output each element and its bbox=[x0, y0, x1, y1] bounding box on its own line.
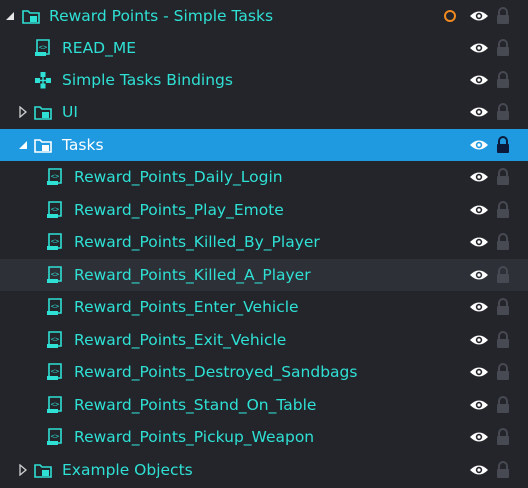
lock-icon[interactable] bbox=[496, 103, 510, 121]
lock-icon[interactable] bbox=[496, 168, 510, 186]
expanded-arrow-icon[interactable] bbox=[16, 138, 30, 152]
visibility-eye-icon[interactable] bbox=[469, 202, 489, 218]
visibility-eye-icon[interactable] bbox=[469, 397, 489, 413]
lock-icon[interactable] bbox=[496, 298, 510, 316]
tree-row-script[interactable]: <> Reward_Points_Stand_On_Table bbox=[0, 389, 528, 421]
tree-row-script[interactable]: <> Reward_Points_Killed_A_Player bbox=[0, 259, 528, 291]
tree-row-read-me[interactable]: <> READ_ME bbox=[0, 32, 528, 64]
tree-label: Reward_Points_Enter_Vehicle bbox=[74, 298, 299, 316]
visibility-eye-icon[interactable] bbox=[469, 104, 489, 120]
lock-icon[interactable] bbox=[496, 39, 510, 57]
expanded-arrow-icon[interactable] bbox=[3, 9, 17, 23]
visibility-eye-icon[interactable] bbox=[469, 332, 489, 348]
tree-row-script[interactable]: <> Reward_Points_Enter_Vehicle bbox=[0, 291, 528, 323]
visibility-eye-icon[interactable] bbox=[469, 8, 489, 24]
lock-icon[interactable] bbox=[496, 233, 510, 251]
lock-icon[interactable] bbox=[496, 461, 510, 479]
visibility-eye-icon[interactable] bbox=[469, 364, 489, 380]
lock-icon[interactable] bbox=[496, 71, 510, 89]
visibility-eye-icon[interactable] bbox=[469, 40, 489, 56]
script-icon: <> bbox=[46, 331, 64, 349]
svg-text:<>: <> bbox=[39, 44, 47, 52]
script-icon: <> bbox=[46, 396, 64, 414]
visibility-eye-icon[interactable] bbox=[469, 267, 489, 283]
tree-row-script[interactable]: <> Reward_Points_Play_Emote bbox=[0, 194, 528, 226]
tree-label: Reward_Points_Daily_Login bbox=[74, 168, 283, 186]
svg-text:<>: <> bbox=[51, 206, 59, 214]
svg-text:<>: <> bbox=[51, 303, 59, 311]
folder-cube-icon bbox=[34, 103, 52, 121]
script-icon: <> bbox=[46, 428, 64, 446]
bindings-icon bbox=[34, 71, 52, 89]
tree-row-root[interactable]: Reward Points - Simple Tasks bbox=[0, 0, 528, 32]
collapsed-arrow-icon[interactable] bbox=[16, 463, 30, 477]
svg-text:<>: <> bbox=[51, 433, 59, 441]
visibility-eye-icon[interactable] bbox=[469, 72, 489, 88]
script-icon: <> bbox=[46, 168, 64, 186]
tree-label: Reward_Points_Pickup_Weapon bbox=[74, 428, 315, 446]
tree-label: READ_ME bbox=[62, 39, 137, 57]
tree-row-tasks[interactable]: Tasks bbox=[0, 129, 528, 161]
lock-icon[interactable] bbox=[496, 266, 510, 284]
hierarchy-tree: Reward Points - Simple Tasks <> READ_ME … bbox=[0, 0, 528, 488]
tree-row-script[interactable]: <> Reward_Points_Destroyed_Sandbags bbox=[0, 356, 528, 388]
lock-icon[interactable] bbox=[496, 428, 510, 446]
tree-row-script[interactable]: <> Reward_Points_Exit_Vehicle bbox=[0, 324, 528, 356]
svg-text:<>: <> bbox=[51, 173, 59, 181]
tree-label: Tasks bbox=[62, 136, 104, 154]
tree-label: Example Objects bbox=[62, 461, 193, 479]
folder-cube-icon bbox=[34, 136, 52, 154]
visibility-eye-icon[interactable] bbox=[469, 169, 489, 185]
lock-icon[interactable] bbox=[496, 363, 510, 381]
tree-label: Reward Points - Simple Tasks bbox=[49, 7, 274, 25]
lock-icon[interactable] bbox=[496, 396, 510, 414]
tree-label: Reward_Points_Destroyed_Sandbags bbox=[74, 363, 358, 381]
collapsed-arrow-icon[interactable] bbox=[16, 105, 30, 119]
svg-text:<>: <> bbox=[51, 368, 59, 376]
tree-label: Reward_Points_Killed_By_Player bbox=[74, 233, 320, 251]
script-icon: <> bbox=[46, 298, 64, 316]
svg-text:<>: <> bbox=[51, 336, 59, 344]
script-icon: <> bbox=[46, 201, 64, 219]
tree-label: Simple Tasks Bindings bbox=[62, 71, 233, 89]
svg-text:<>: <> bbox=[51, 238, 59, 246]
tree-label: Reward_Points_Stand_On_Table bbox=[74, 396, 317, 414]
lock-icon[interactable] bbox=[496, 136, 510, 154]
folder-cube-icon bbox=[22, 7, 40, 25]
visibility-eye-icon[interactable] bbox=[469, 137, 489, 153]
svg-text:<>: <> bbox=[51, 401, 59, 409]
script-icon: <> bbox=[34, 39, 52, 57]
folder-cube-icon bbox=[34, 461, 52, 479]
visibility-eye-icon[interactable] bbox=[469, 234, 489, 250]
status-ring-icon bbox=[443, 9, 457, 23]
visibility-eye-icon[interactable] bbox=[469, 429, 489, 445]
tree-row-script[interactable]: <> Reward_Points_Killed_By_Player bbox=[0, 226, 528, 258]
tree-row-example-objects[interactable]: Example Objects bbox=[0, 454, 528, 486]
svg-text:<>: <> bbox=[51, 271, 59, 279]
tree-label: Reward_Points_Play_Emote bbox=[74, 201, 284, 219]
script-icon: <> bbox=[46, 363, 64, 381]
tree-row-ui[interactable]: UI bbox=[0, 96, 528, 128]
tree-row-simple-tasks-bindings[interactable]: Simple Tasks Bindings bbox=[0, 64, 528, 96]
visibility-eye-icon[interactable] bbox=[469, 299, 489, 315]
script-icon: <> bbox=[46, 266, 64, 284]
tree-label: Reward_Points_Exit_Vehicle bbox=[74, 331, 287, 349]
lock-icon[interactable] bbox=[496, 331, 510, 349]
tree-row-script[interactable]: <> Reward_Points_Pickup_Weapon bbox=[0, 421, 528, 453]
visibility-eye-icon[interactable] bbox=[469, 462, 489, 478]
tree-row-script[interactable]: <> Reward_Points_Daily_Login bbox=[0, 161, 528, 193]
lock-icon[interactable] bbox=[496, 7, 510, 25]
script-icon: <> bbox=[46, 233, 64, 251]
tree-label: Reward_Points_Killed_A_Player bbox=[74, 266, 311, 284]
tree-label: UI bbox=[62, 103, 78, 121]
lock-icon[interactable] bbox=[496, 201, 510, 219]
